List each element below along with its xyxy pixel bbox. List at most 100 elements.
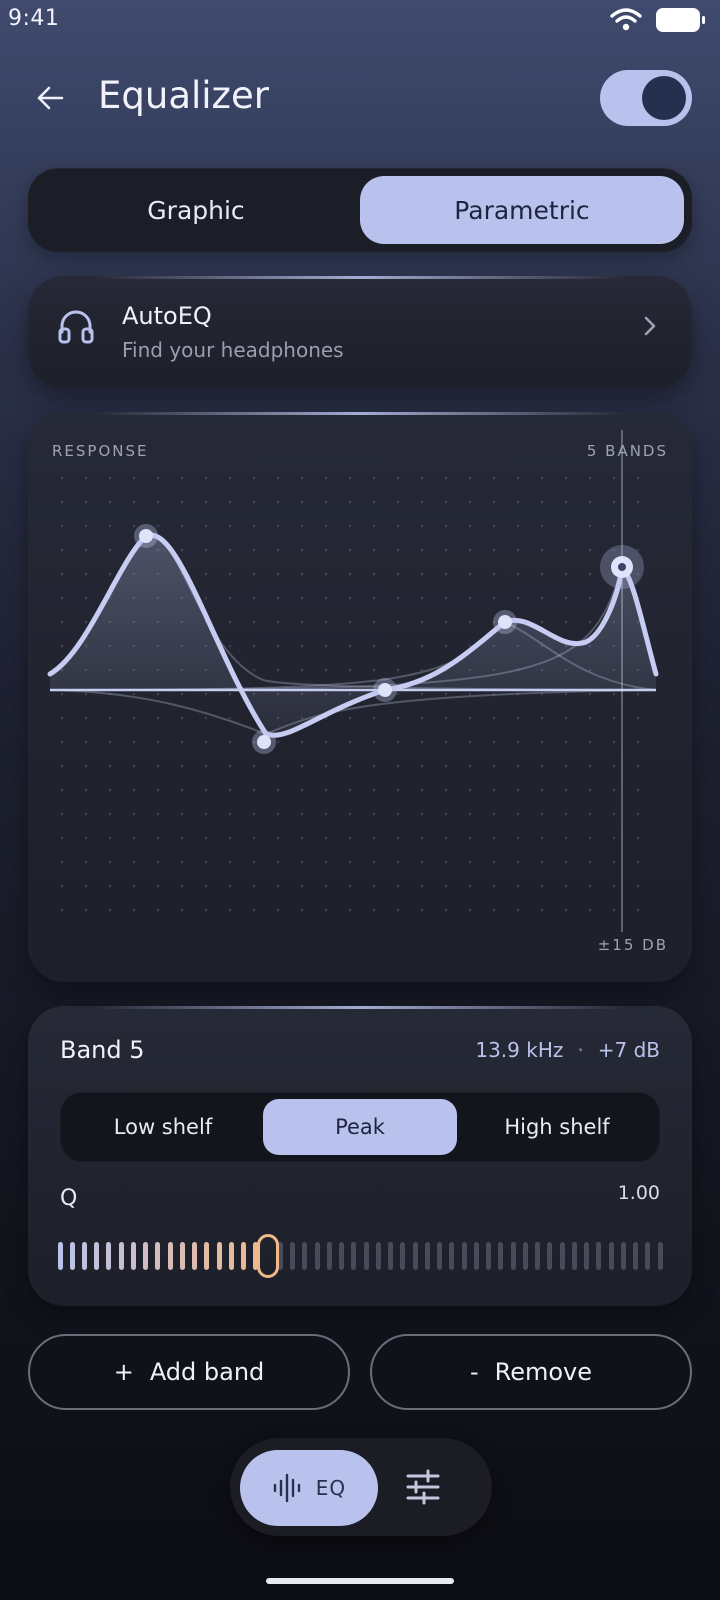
toggle-knob	[642, 76, 686, 120]
q-slider-tick	[412, 1242, 418, 1270]
q-slider-tick	[596, 1242, 602, 1270]
q-slider-tick	[535, 1242, 541, 1270]
q-slider-tick	[547, 1242, 553, 1270]
wifi-icon	[610, 8, 642, 31]
q-slider-tick	[81, 1242, 87, 1270]
q-slider-tick	[118, 1242, 124, 1270]
home-indicator	[266, 1578, 454, 1584]
q-slider-tick	[167, 1242, 173, 1270]
nav-eq-tab[interactable]: EQ	[240, 1450, 378, 1526]
filter-type-segmented-control: Low shelf Peak High shelf	[60, 1092, 660, 1162]
band-frequency: 13.9 kHz	[475, 1038, 564, 1062]
battery-icon	[656, 8, 705, 32]
response-fill	[50, 534, 656, 736]
q-slider-tick	[192, 1242, 198, 1270]
q-slider-tick	[498, 1242, 504, 1270]
card-highlight	[94, 276, 626, 279]
autoeq-subtitle: Find your headphones	[122, 338, 344, 362]
mode-segmented-control: Graphic Parametric	[28, 168, 692, 252]
q-label: Q	[60, 1186, 78, 1211]
add-band-label: Add band	[149, 1358, 265, 1386]
q-slider-tick	[363, 1242, 369, 1270]
q-slider-tick	[657, 1242, 663, 1270]
back-button[interactable]	[30, 76, 70, 120]
response-graph[interactable]	[28, 412, 692, 982]
mode-parametric[interactable]: Parametric	[360, 176, 684, 244]
q-slider-tick	[522, 1242, 528, 1270]
filter-high-shelf[interactable]: High shelf	[460, 1099, 654, 1155]
status-icons	[610, 8, 705, 32]
band-2-handle-core	[257, 735, 271, 749]
q-slider-tick	[326, 1242, 332, 1270]
q-slider-tick	[584, 1242, 590, 1270]
q-slider[interactable]	[57, 1234, 663, 1278]
q-slider-tick	[510, 1242, 516, 1270]
q-slider-tick	[179, 1242, 185, 1270]
remove-band-label: Remove	[494, 1358, 593, 1386]
q-slider-tick	[216, 1242, 222, 1270]
q-slider-tick	[106, 1242, 112, 1270]
q-slider-tick	[155, 1242, 161, 1270]
q-slider-tick	[241, 1242, 247, 1270]
band-title: Band 5	[60, 1036, 145, 1064]
q-slider-tick	[204, 1242, 210, 1270]
q-slider-tick	[559, 1242, 565, 1270]
filter-peak[interactable]: Peak	[263, 1099, 457, 1155]
band-5-handle-core	[618, 563, 626, 571]
q-slider-tick	[57, 1242, 63, 1270]
db-range-label: ±15 DB	[597, 936, 668, 954]
nav-eq-label: EQ	[315, 1476, 347, 1500]
q-slider-tick	[302, 1242, 308, 1270]
q-slider-tick	[400, 1242, 406, 1270]
q-slider-tick	[94, 1242, 100, 1270]
q-slider-tick	[620, 1242, 626, 1270]
band-panel: Band 5 13.9 kHz · +7 dB Low shelf Peak H…	[28, 1006, 692, 1306]
q-slider-tick	[314, 1242, 320, 1270]
chevron-right-icon	[644, 316, 656, 336]
q-slider-tick	[228, 1242, 234, 1270]
add-band-button[interactable]: + Add band	[28, 1334, 350, 1410]
q-slider-tick	[69, 1242, 75, 1270]
arrow-left-icon	[37, 86, 64, 110]
card-highlight	[94, 1006, 626, 1009]
meta-separator: ·	[577, 1038, 584, 1062]
autoeq-title: AutoEQ	[122, 302, 212, 330]
band-1-handle-core	[139, 529, 153, 543]
q-slider-tick	[388, 1242, 394, 1270]
band-gain: +7 dB	[597, 1038, 660, 1062]
equalizer-toggle[interactable]	[600, 70, 692, 126]
q-slider-tick	[375, 1242, 381, 1270]
q-slider-tick	[351, 1242, 357, 1270]
minus-icon: -	[469, 1358, 479, 1386]
q-slider-tick	[633, 1242, 638, 1270]
plus-icon: +	[113, 1358, 134, 1386]
headphones-icon	[58, 310, 94, 344]
bottom-nav: EQ	[230, 1438, 492, 1536]
q-value: 1.00	[617, 1182, 660, 1204]
q-slider-tick	[608, 1242, 614, 1270]
q-slider-tick	[571, 1242, 577, 1270]
remove-band-button[interactable]: - Remove	[370, 1334, 692, 1410]
q-slider-thumb[interactable]	[257, 1234, 280, 1278]
response-label: RESPONSE	[52, 442, 149, 460]
band-3-handle-core	[378, 683, 392, 697]
filter-low-shelf[interactable]: Low shelf	[66, 1099, 260, 1155]
q-slider-tick	[461, 1242, 467, 1270]
autoeq-card[interactable]: AutoEQ Find your headphones	[28, 276, 692, 388]
q-slider-tick	[424, 1242, 430, 1270]
page-title: Equalizer	[98, 74, 269, 117]
q-slider-tick	[449, 1242, 455, 1270]
q-slider-tick	[339, 1242, 345, 1270]
status-time: 9:41	[8, 6, 60, 31]
q-slider-tick	[437, 1242, 443, 1270]
response-card: RESPONSE 5 BANDS ±15 DB	[28, 412, 692, 982]
waveform-icon	[273, 1473, 300, 1503]
band-meta: 13.9 kHz · +7 dB	[475, 1038, 660, 1062]
q-slider-tick	[290, 1242, 296, 1270]
q-slider-tick	[143, 1242, 149, 1270]
q-slider-tick	[486, 1242, 492, 1270]
sliders-icon[interactable]	[404, 1468, 442, 1506]
q-slider-tick	[645, 1242, 651, 1270]
band-count-label: 5 BANDS	[586, 442, 668, 460]
mode-graphic[interactable]: Graphic	[36, 176, 356, 244]
